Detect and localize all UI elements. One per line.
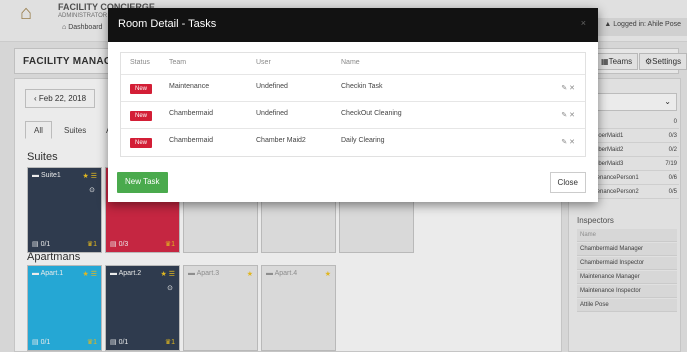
team-cell: Chambermaid [169,137,213,144]
team-cell: Chambermaid [169,110,213,117]
column-header: Status [130,59,150,66]
column-header: User [256,59,271,66]
new-task-button[interactable]: New Task [117,172,168,193]
task-name-cell: CheckOut Cleaning [341,110,402,117]
table-row: New Chambermaid Chamber Maid2 Daily Clea… [121,129,585,156]
column-header: Name [341,59,360,66]
table-row: New Chambermaid Undefined CheckOut Clean… [121,102,585,129]
user-cell: Chamber Maid2 [256,137,306,144]
table-row: New Maintenance Undefined Checkin Task ✎… [121,75,585,102]
column-header: Team [169,59,187,66]
team-cell: Maintenance [169,83,210,90]
row-edit-delete-icons[interactable]: ✎ ✕ [561,84,575,92]
row-edit-delete-icons[interactable]: ✎ ✕ [561,138,575,146]
close-icon[interactable]: × [581,18,586,28]
modal-header: Room Detail - Tasks × [108,8,598,42]
status-badge: New [130,111,152,121]
room-detail-modal: Room Detail - Tasks × Status Team User N… [108,8,598,202]
user-cell: Undefined [256,110,288,117]
task-name-cell: Daily Clearing [341,137,385,144]
task-name-cell: Checkin Task [341,83,383,90]
user-cell: Undefined [256,83,288,90]
table-header-row: Status Team User Name [121,53,585,75]
modal-title: Room Detail - Tasks [118,18,217,30]
status-badge: New [130,84,152,94]
row-edit-delete-icons[interactable]: ✎ ✕ [561,111,575,119]
close-button[interactable]: Close [549,172,586,193]
status-badge: New [130,138,152,148]
tasks-table: Status Team User Name New Maintenance Un… [120,52,586,157]
